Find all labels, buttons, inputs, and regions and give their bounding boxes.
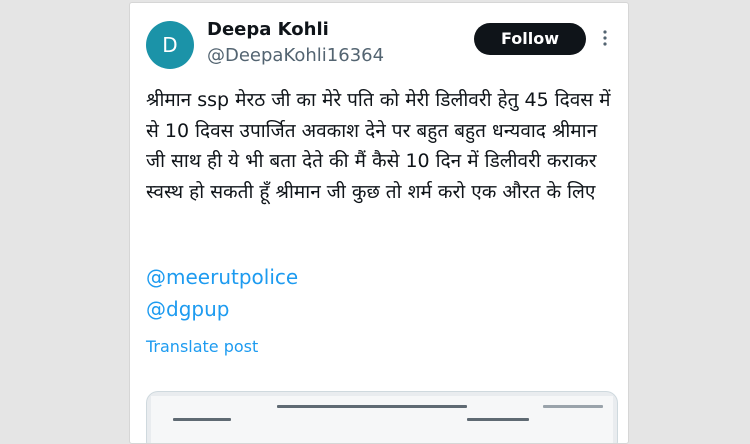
post-text: श्रीमान ssp मेरठ जी का मेरे पति को मेरी …: [146, 89, 611, 203]
document-text-line: [173, 418, 231, 421]
more-vertical-icon-glyph: [603, 30, 607, 46]
document-text-line: [467, 418, 529, 421]
avatar[interactable]: D: [146, 21, 194, 69]
document-page: [151, 396, 613, 443]
mention-dgpup[interactable]: @dgpup: [146, 297, 229, 321]
mention-meerutpolice[interactable]: @meerutpolice: [146, 265, 298, 289]
attached-document-image[interactable]: [146, 391, 618, 443]
more-vertical-icon[interactable]: [598, 27, 612, 49]
author-name[interactable]: Deepa Kohli: [207, 19, 329, 40]
translate-post-link[interactable]: Translate post: [146, 337, 258, 356]
document-ref-line: [543, 405, 603, 408]
document-heading-line: [277, 405, 467, 408]
follow-button[interactable]: Follow: [474, 23, 586, 55]
post-card: D Deepa Kohli @DeepaKohli16364 Follow श्…: [129, 2, 629, 444]
author-handle[interactable]: @DeepaKohli16364: [207, 45, 384, 66]
